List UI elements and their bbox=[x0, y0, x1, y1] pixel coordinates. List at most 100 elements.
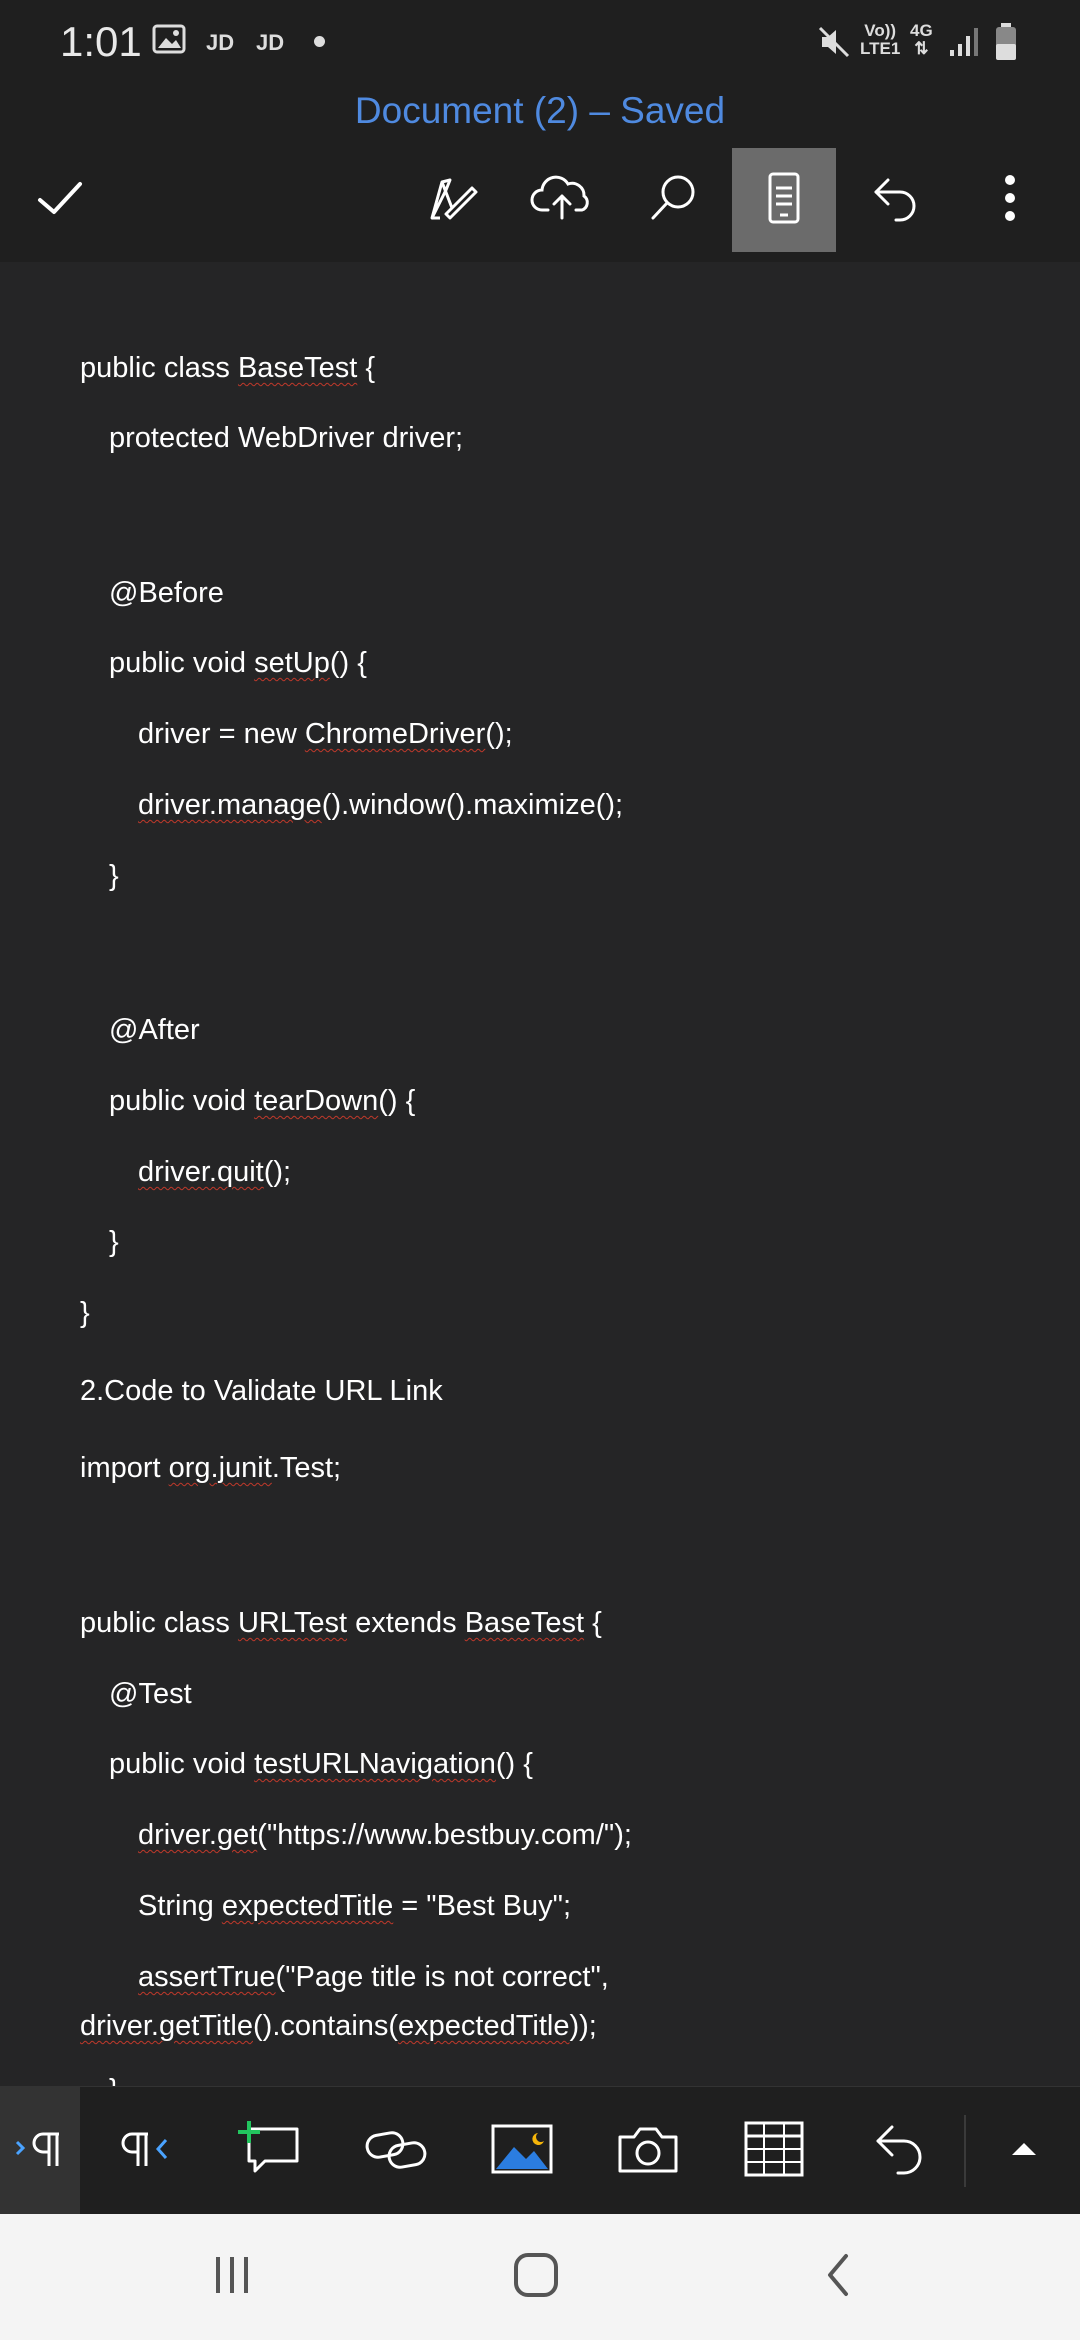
document-body[interactable]: public class BaseTest { protected WebDriv… bbox=[0, 262, 1080, 2086]
spelling-flagged-word: driver.get bbox=[138, 1819, 258, 1851]
document-line[interactable]: assertTrue("Page title is not correct", bbox=[138, 1959, 609, 1995]
document-line[interactable]: } bbox=[109, 858, 119, 894]
document-line[interactable]: public void tearDown() { bbox=[109, 1083, 415, 1119]
network-type-indicator: 4G ⇅ bbox=[910, 22, 933, 58]
line-text: import bbox=[80, 1452, 169, 1484]
document-line[interactable]: } bbox=[109, 2072, 119, 2086]
recent-apps-button[interactable] bbox=[162, 2214, 302, 2340]
line-text: ("Page title is not correct", bbox=[275, 1961, 609, 1993]
document-line[interactable]: 2.Code to Validate URL Link bbox=[80, 1373, 443, 1409]
document-line[interactable]: public void testURLNavigation() { bbox=[109, 1746, 533, 1782]
insert-comment-icon bbox=[235, 2119, 305, 2184]
document-line[interactable]: String expectedTitle = "Best Buy"; bbox=[138, 1888, 571, 1924]
document-title[interactable]: Document (2) – Saved bbox=[0, 90, 1080, 132]
document-line[interactable]: @Before bbox=[109, 575, 224, 611]
line-text: { bbox=[357, 352, 376, 384]
insert-table-button[interactable] bbox=[718, 2087, 830, 2215]
battery-icon bbox=[994, 22, 1018, 67]
line-text: (); bbox=[485, 718, 513, 750]
insert-comment-button[interactable] bbox=[214, 2087, 326, 2215]
format-undo-button[interactable] bbox=[844, 2087, 956, 2215]
volte-label: Vo)) bbox=[864, 21, 897, 40]
camera-button[interactable] bbox=[592, 2087, 704, 2215]
line-text: ("https://www.bestbuy.com/"); bbox=[257, 1819, 632, 1851]
mobile-view-button[interactable] bbox=[732, 148, 836, 252]
paragraph-rtl-icon bbox=[118, 2124, 178, 2179]
line-text: } bbox=[109, 1226, 119, 1258]
recent-apps-icon bbox=[210, 2253, 254, 2302]
mobile-view-icon bbox=[762, 170, 806, 231]
show-paragraph-marks-button[interactable] bbox=[0, 2087, 80, 2215]
document-line[interactable]: protected WebDriver driver; bbox=[109, 420, 463, 456]
document-line[interactable]: import org.junit.Test; bbox=[80, 1450, 341, 1486]
save-to-cloud-button[interactable] bbox=[510, 148, 614, 252]
spelling-flagged-word: driver.quit bbox=[138, 1156, 264, 1188]
document-line[interactable]: driver.getTitle().contains(expectedTitle… bbox=[80, 2008, 597, 2044]
more-icon bbox=[1000, 170, 1020, 231]
lte-label: LTE1 bbox=[860, 39, 901, 58]
document-line[interactable]: public void setUp() { bbox=[109, 645, 367, 681]
back-button[interactable] bbox=[768, 2214, 908, 2340]
spelling-flagged-word: org.junit bbox=[168, 1452, 272, 1484]
spelling-flagged-word: driver.manage bbox=[138, 789, 322, 821]
spelling-flagged-word: URLTest bbox=[237, 1607, 348, 1639]
line-text: public class bbox=[80, 352, 238, 384]
document-line[interactable]: @Test bbox=[109, 1676, 192, 1712]
line-text: driver = new bbox=[138, 718, 305, 750]
document-line[interactable]: @After bbox=[109, 1012, 200, 1048]
document-line[interactable]: driver.manage().window().maximize(); bbox=[138, 787, 623, 823]
line-text: public void bbox=[109, 1085, 255, 1117]
back-icon bbox=[818, 2250, 858, 2305]
insert-picture-button[interactable] bbox=[466, 2087, 578, 2215]
done-button[interactable] bbox=[8, 148, 112, 252]
document-line[interactable]: } bbox=[109, 1224, 119, 1260]
more-options-button[interactable] bbox=[958, 148, 1062, 252]
home-icon bbox=[511, 2250, 561, 2305]
volte-indicator: Vo)) LTE1 bbox=[860, 22, 900, 58]
search-icon bbox=[646, 170, 702, 231]
insert-link-icon bbox=[363, 2124, 429, 2179]
paragraph-direction-button[interactable] bbox=[92, 2087, 204, 2215]
document-line[interactable]: } bbox=[80, 1295, 90, 1331]
status-bar: 1:01 JD JD Vo)) LTE1 4G ⇅ bbox=[0, 0, 1080, 84]
undo-icon bbox=[870, 2119, 930, 2184]
expand-ribbon-button[interactable] bbox=[968, 2087, 1080, 2215]
line-text: extends bbox=[347, 1607, 465, 1639]
signal-icon bbox=[946, 24, 982, 65]
document-line[interactable]: public class URLTest extends BaseTest { bbox=[80, 1605, 602, 1641]
undo-button[interactable] bbox=[844, 148, 948, 252]
line-text: ().window().maximize(); bbox=[321, 789, 624, 821]
line-text: 2.Code to Validate URL Link bbox=[80, 1375, 443, 1407]
document-line[interactable]: driver = new ChromeDriver(); bbox=[138, 716, 513, 752]
spelling-flagged-word: driver.getTitle bbox=[80, 2010, 253, 2042]
find-button[interactable] bbox=[622, 148, 726, 252]
spelling-flagged-word: expectedTitle bbox=[221, 1890, 394, 1922]
line-text: )); bbox=[569, 2010, 597, 2042]
title-bar: Document (2) – Saved bbox=[0, 84, 1080, 148]
line-text: protected WebDriver driver; bbox=[109, 422, 464, 454]
spelling-flagged-word: BaseTest bbox=[237, 352, 358, 384]
line-text: String bbox=[138, 1890, 222, 1922]
line-text: ().contains( bbox=[253, 2010, 399, 2042]
line-text: } bbox=[80, 1297, 90, 1329]
document-line[interactable]: driver.get("https://www.bestbuy.com/"); bbox=[138, 1817, 632, 1853]
network-type-label: 4G bbox=[910, 21, 933, 40]
line-text: .Test; bbox=[271, 1452, 342, 1484]
document-line[interactable]: driver.quit(); bbox=[138, 1154, 291, 1190]
spelling-flagged-word: setUp bbox=[254, 647, 330, 679]
system-nav-bar bbox=[0, 2214, 1080, 2340]
format-bar bbox=[0, 2086, 1080, 2215]
document-line[interactable]: public class BaseTest { bbox=[80, 350, 375, 386]
insert-link-button[interactable] bbox=[340, 2087, 452, 2215]
spelling-flagged-word: assertTrue bbox=[138, 1961, 276, 1993]
toolbar bbox=[0, 148, 1080, 262]
pen-icon bbox=[422, 168, 482, 233]
draw-button[interactable] bbox=[400, 148, 504, 252]
collapse-up-icon bbox=[1009, 2139, 1039, 2164]
spelling-flagged-word: tearDown bbox=[254, 1085, 379, 1117]
home-button[interactable] bbox=[466, 2214, 606, 2340]
spelling-flagged-word: expectedTitle bbox=[398, 2010, 570, 2042]
camera-icon bbox=[616, 2123, 680, 2180]
insert-table-icon bbox=[742, 2119, 806, 2184]
undo-icon bbox=[868, 170, 924, 231]
